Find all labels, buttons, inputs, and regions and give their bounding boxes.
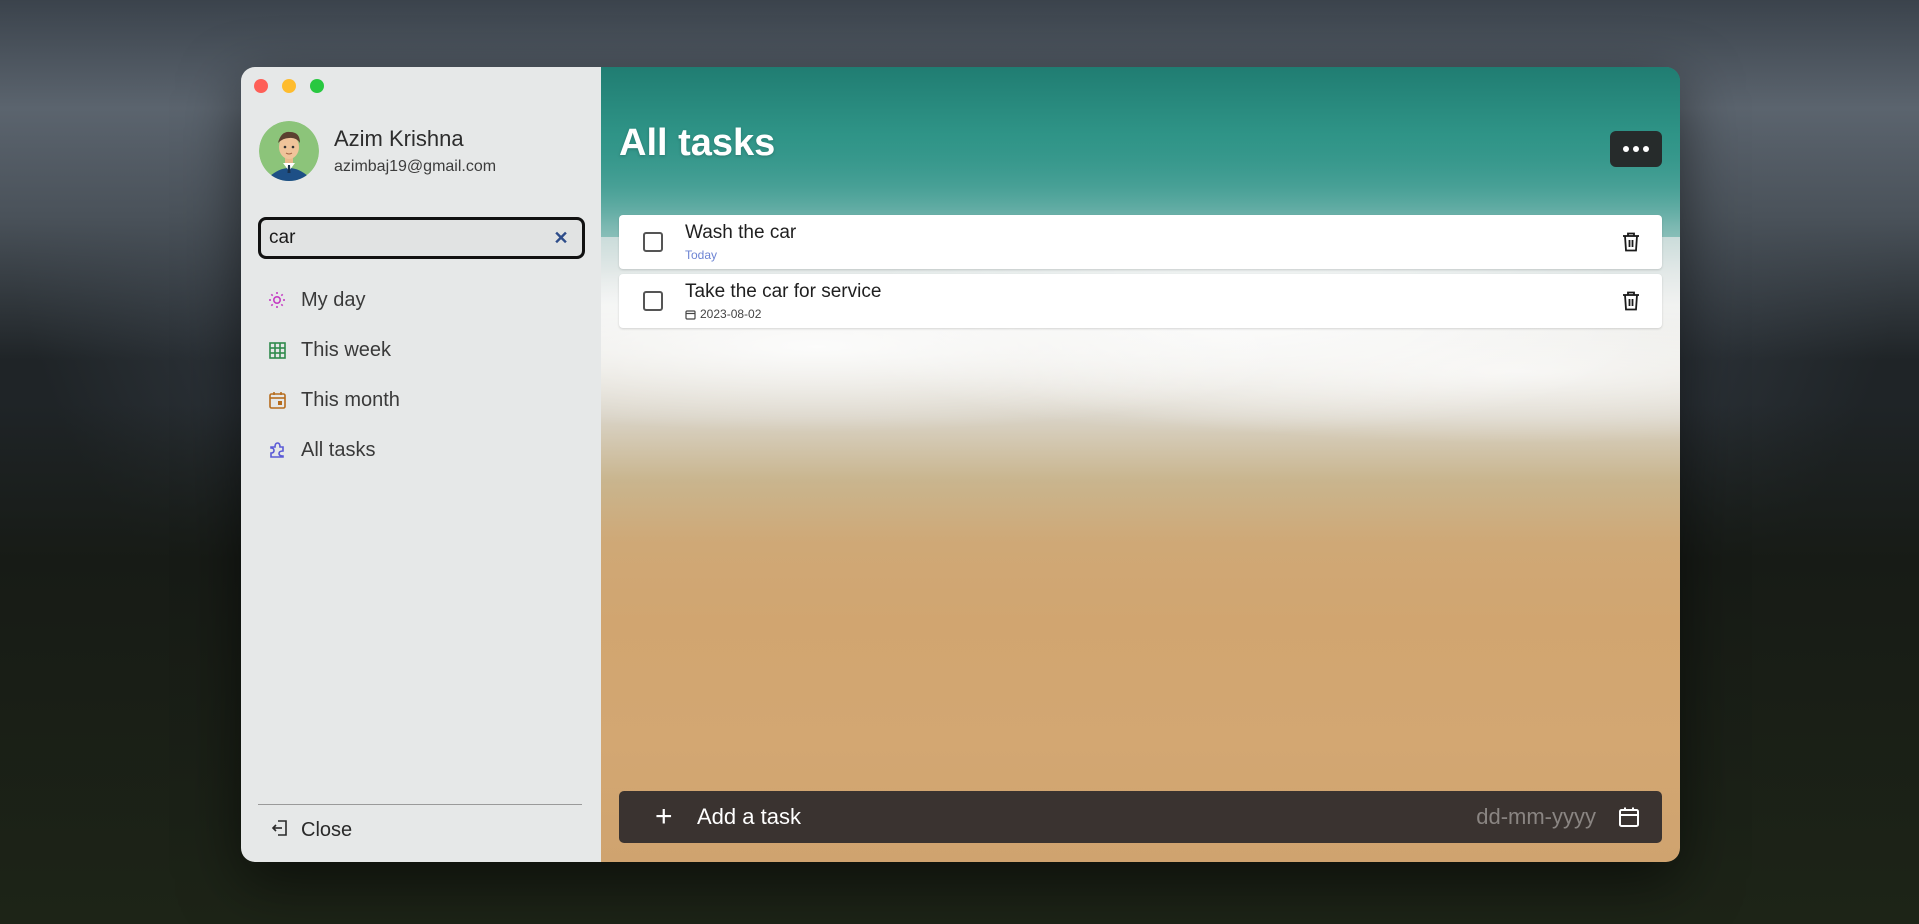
close-label: Close — [301, 818, 353, 841]
calendar-icon — [685, 309, 696, 320]
sidebar-nav: My day This week This month All tasks — [267, 275, 400, 475]
sidebar-item-this-week[interactable]: This week — [267, 325, 400, 375]
avatar — [259, 121, 319, 181]
sidebar-item-my-day[interactable]: My day — [267, 275, 400, 325]
main-panel: All tasks Wash the car Today Take the ca… — [601, 67, 1680, 862]
grid-icon — [267, 340, 287, 360]
trash-icon[interactable] — [1622, 232, 1640, 252]
minimize-window-button[interactable] — [282, 79, 296, 93]
task-due-text: 2023-08-02 — [700, 307, 762, 321]
window-controls — [254, 79, 324, 93]
sidebar-item-label: All tasks — [301, 438, 376, 461]
calendar-icon[interactable] — [1618, 806, 1640, 828]
search-input[interactable] — [261, 226, 548, 250]
task-item[interactable]: Wash the car Today — [619, 215, 1662, 269]
task-due-text: Today — [685, 248, 718, 262]
task-title: Wash the car — [685, 222, 797, 243]
app-window: Azim Krishna azimbaj19@gmail.com ✕ — [241, 67, 1680, 862]
puzzle-icon — [267, 440, 287, 460]
maximize-window-button[interactable] — [310, 79, 324, 93]
user-profile: Azim Krishna azimbaj19@gmail.com — [259, 121, 496, 181]
user-email: azimbaj19@gmail.com — [334, 158, 497, 175]
sidebar-item-label: This month — [301, 388, 400, 411]
task-item[interactable]: Take the car for service 2023-08-02 — [619, 274, 1662, 328]
task-checkbox[interactable] — [643, 291, 663, 311]
user-name: Azim Krishna — [334, 126, 464, 151]
page-title: All tasks — [619, 122, 776, 164]
due-date-input[interactable] — [1434, 803, 1598, 831]
close-window-button[interactable] — [254, 79, 268, 93]
task-checkbox[interactable] — [643, 232, 663, 252]
sidebar-item-all-tasks[interactable]: All tasks — [267, 425, 400, 475]
task-due-label: Today — [685, 248, 796, 262]
sign-out-icon — [271, 819, 289, 842]
sidebar: Azim Krishna azimbaj19@gmail.com ✕ — [241, 67, 601, 862]
sidebar-item-label: My day — [301, 288, 366, 311]
sidebar-item-this-month[interactable]: This month — [267, 375, 400, 425]
add-task-input[interactable] — [695, 803, 1434, 831]
task-list: Wash the car Today Take the car for serv… — [619, 215, 1662, 333]
more-dot — [1633, 146, 1639, 152]
more-dot — [1643, 146, 1649, 152]
more-options-button[interactable] — [1610, 131, 1662, 167]
close-icon[interactable]: ✕ — [548, 225, 574, 251]
task-due-label: 2023-08-02 — [685, 307, 881, 321]
add-task-bar: + — [619, 791, 1662, 843]
more-dot — [1623, 146, 1629, 152]
trash-icon[interactable] — [1622, 291, 1640, 311]
plus-icon[interactable]: + — [655, 802, 677, 832]
task-title: Take the car for service — [685, 281, 882, 302]
divider — [258, 804, 582, 805]
sun-icon — [267, 290, 287, 310]
sidebar-item-label: This week — [301, 338, 392, 361]
search-box: ✕ — [258, 217, 585, 259]
calendar-icon — [267, 390, 287, 410]
close-button[interactable]: Close — [271, 812, 352, 848]
